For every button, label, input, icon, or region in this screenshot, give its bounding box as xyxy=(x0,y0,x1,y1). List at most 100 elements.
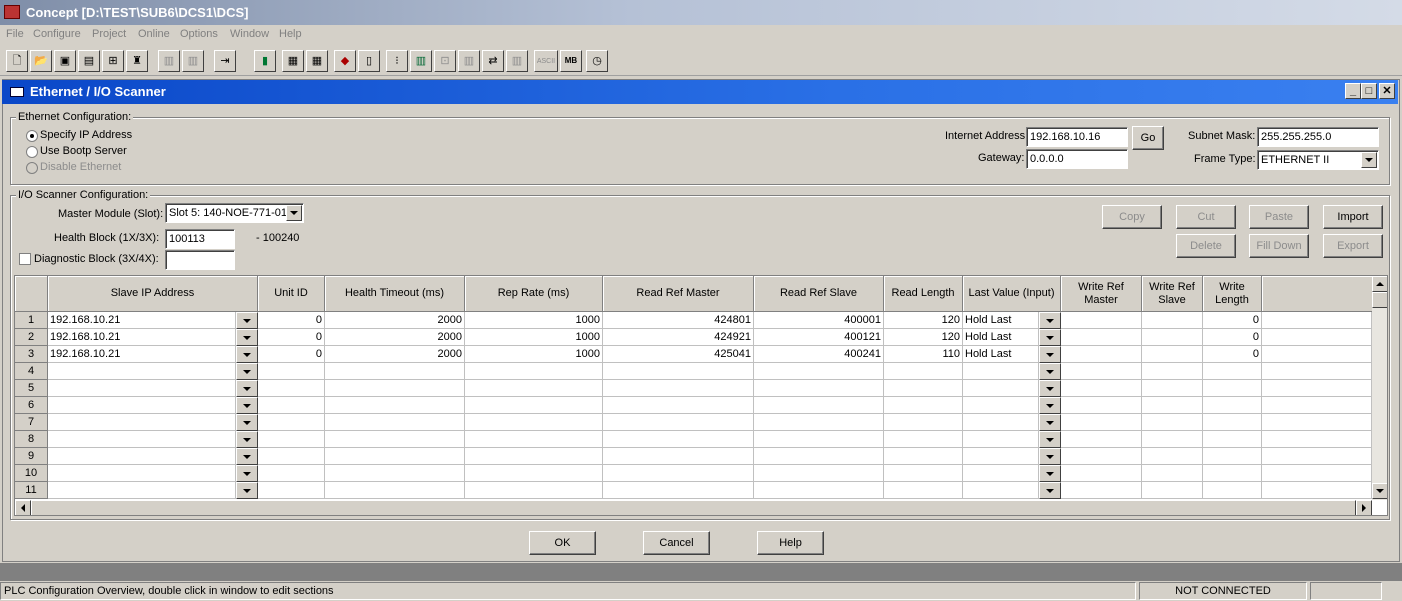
cell-read-length[interactable]: 120 xyxy=(884,312,963,329)
cell-write-ref-master[interactable] xyxy=(1061,363,1142,380)
grid-corner[interactable] xyxy=(15,276,48,312)
cell-unit-id[interactable] xyxy=(258,397,325,414)
save-icon[interactable]: ▣ xyxy=(54,50,76,72)
cell-read-ref-slave[interactable]: 400241 xyxy=(754,346,884,363)
cell-write-length[interactable] xyxy=(1203,380,1262,397)
mb-icon[interactable]: MB xyxy=(560,50,582,72)
chevron-down-icon[interactable] xyxy=(1361,152,1377,168)
cell-unit-id[interactable] xyxy=(258,363,325,380)
cell-write-ref-slave[interactable] xyxy=(1142,482,1203,499)
open-folder-icon[interactable]: 📂 xyxy=(30,50,52,72)
cell-write-ref-master[interactable] xyxy=(1061,448,1142,465)
chevron-down-icon[interactable] xyxy=(1039,346,1061,363)
cell-write-ref-master[interactable] xyxy=(1061,431,1142,448)
cell-write-length[interactable] xyxy=(1203,414,1262,431)
cell-write-ref-master[interactable] xyxy=(1061,397,1142,414)
column-header-slave-ip[interactable]: Slave IP Address xyxy=(48,276,258,312)
chevron-down-icon[interactable] xyxy=(1039,312,1061,329)
cell-rep-rate[interactable] xyxy=(465,482,603,499)
cell-health-timeout[interactable] xyxy=(325,482,465,499)
cell-last-value[interactable]: Hold Last xyxy=(963,312,1039,329)
cell-last-value[interactable] xyxy=(963,397,1039,414)
cancel-button[interactable]: Cancel xyxy=(643,531,710,555)
cell-read-ref-slave[interactable] xyxy=(754,431,884,448)
cell-write-ref-master[interactable] xyxy=(1061,414,1142,431)
use-bootp-radio[interactable] xyxy=(26,146,38,158)
chevron-down-icon[interactable] xyxy=(1039,397,1061,414)
registers-icon[interactable]: ▥ xyxy=(410,50,432,72)
cell-write-ref-slave[interactable] xyxy=(1142,414,1203,431)
cell-read-ref-slave[interactable] xyxy=(754,380,884,397)
cell-read-length[interactable] xyxy=(884,414,963,431)
cell-write-length[interactable] xyxy=(1203,397,1262,414)
cell-health-timeout[interactable] xyxy=(325,363,465,380)
chevron-down-icon[interactable] xyxy=(236,312,258,329)
cell-write-ref-master[interactable] xyxy=(1061,346,1142,363)
truck-icon[interactable]: ◆ xyxy=(334,50,356,72)
cell-read-length[interactable] xyxy=(884,482,963,499)
gateway-input[interactable]: 0.0.0.0 xyxy=(1026,149,1128,169)
vertical-scrollbar[interactable] xyxy=(1372,276,1387,500)
cell-rep-rate[interactable] xyxy=(465,380,603,397)
health-block-input[interactable]: 100113 xyxy=(165,229,235,249)
menu-file[interactable]: File xyxy=(6,28,24,40)
specify-ip-radio[interactable] xyxy=(26,130,38,142)
module-icon[interactable]: ▮ xyxy=(254,50,276,72)
chevron-down-icon[interactable] xyxy=(236,448,258,465)
cell-slave-ip[interactable] xyxy=(48,465,236,482)
keyboard-icon[interactable]: ▦ xyxy=(306,50,328,72)
chevron-down-icon[interactable] xyxy=(236,465,258,482)
cell-rep-rate[interactable] xyxy=(465,363,603,380)
row-header[interactable]: 4 xyxy=(15,363,48,380)
io-map-icon[interactable]: ⇥ xyxy=(214,50,236,72)
cell-read-ref-master[interactable] xyxy=(603,465,754,482)
cell-slave-ip[interactable] xyxy=(48,380,236,397)
horizontal-scroll-thumb[interactable] xyxy=(31,500,1356,515)
diagnostic-block-input[interactable] xyxy=(165,250,235,270)
column-header-write-length[interactable]: Write Length xyxy=(1203,276,1262,312)
menu-options[interactable]: Options xyxy=(180,28,218,40)
column-header-health-timeout[interactable]: Health Timeout (ms) xyxy=(325,276,465,312)
fill-down-button[interactable]: Fill Down xyxy=(1249,234,1309,258)
cell-read-length[interactable] xyxy=(884,397,963,414)
cell-slave-ip[interactable] xyxy=(48,363,236,380)
chevron-down-icon[interactable] xyxy=(236,397,258,414)
cell-write-ref-slave[interactable] xyxy=(1142,465,1203,482)
cell-read-ref-master[interactable] xyxy=(603,448,754,465)
segment-icon[interactable]: ▦ xyxy=(282,50,304,72)
cell-read-ref-master[interactable] xyxy=(603,482,754,499)
app-icon[interactable] xyxy=(4,5,20,19)
cell-write-ref-slave[interactable] xyxy=(1142,431,1203,448)
cell-unit-id[interactable] xyxy=(258,414,325,431)
cell-write-ref-slave[interactable] xyxy=(1142,448,1203,465)
cell-read-ref-master[interactable] xyxy=(603,414,754,431)
cell-read-ref-master[interactable]: 424921 xyxy=(603,329,754,346)
clock-icon[interactable]: ◷ xyxy=(586,50,608,72)
cell-rep-rate[interactable] xyxy=(465,465,603,482)
cell-write-ref-master[interactable] xyxy=(1061,482,1142,499)
cut-button[interactable]: Cut xyxy=(1176,205,1236,229)
cell-last-value[interactable] xyxy=(963,482,1039,499)
cell-read-length[interactable]: 110 xyxy=(884,346,963,363)
cell-last-value[interactable] xyxy=(963,414,1039,431)
row-header[interactable]: 1 xyxy=(15,312,48,329)
find-icon[interactable]: ♜ xyxy=(126,50,148,72)
numbers-icon[interactable]: ⁝ xyxy=(386,50,408,72)
row-header[interactable]: 8 xyxy=(15,431,48,448)
cell-read-ref-master[interactable]: 424801 xyxy=(603,312,754,329)
chevron-down-icon[interactable] xyxy=(236,346,258,363)
diagnostic-block-checkbox[interactable] xyxy=(19,253,31,265)
menu-online[interactable]: Online xyxy=(138,28,170,40)
cell-health-timeout[interactable]: 2000 xyxy=(325,329,465,346)
scroll-left-icon[interactable] xyxy=(15,500,31,515)
cell-write-ref-slave[interactable] xyxy=(1142,329,1203,346)
cell-slave-ip[interactable] xyxy=(48,431,236,448)
menu-project[interactable]: Project xyxy=(92,28,126,40)
cell-rep-rate[interactable] xyxy=(465,431,603,448)
scroll-right-icon[interactable] xyxy=(1356,500,1372,515)
chevron-down-icon[interactable] xyxy=(1039,448,1061,465)
cell-last-value[interactable] xyxy=(963,448,1039,465)
cell-unit-id[interactable]: 0 xyxy=(258,346,325,363)
cell-write-ref-slave[interactable] xyxy=(1142,363,1203,380)
cell-last-value[interactable]: Hold Last xyxy=(963,329,1039,346)
